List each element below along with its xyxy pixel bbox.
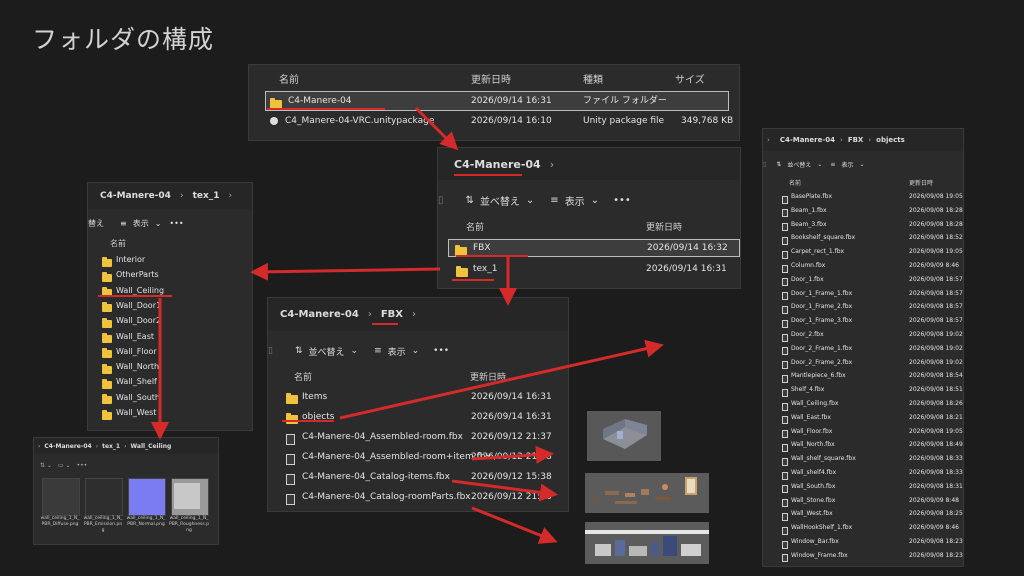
arrow-objects-to-objpanel [339,339,664,420]
arrow-root-to-c4 [414,106,459,151]
flow-arrows [151,106,664,544]
arrow-assembled-to-preview [471,445,554,464]
arrow-roomparts-to-preview [471,506,558,544]
arrow-tex-to-texpanel [250,262,441,281]
arrow-catalog-items-to-preview [451,479,558,502]
